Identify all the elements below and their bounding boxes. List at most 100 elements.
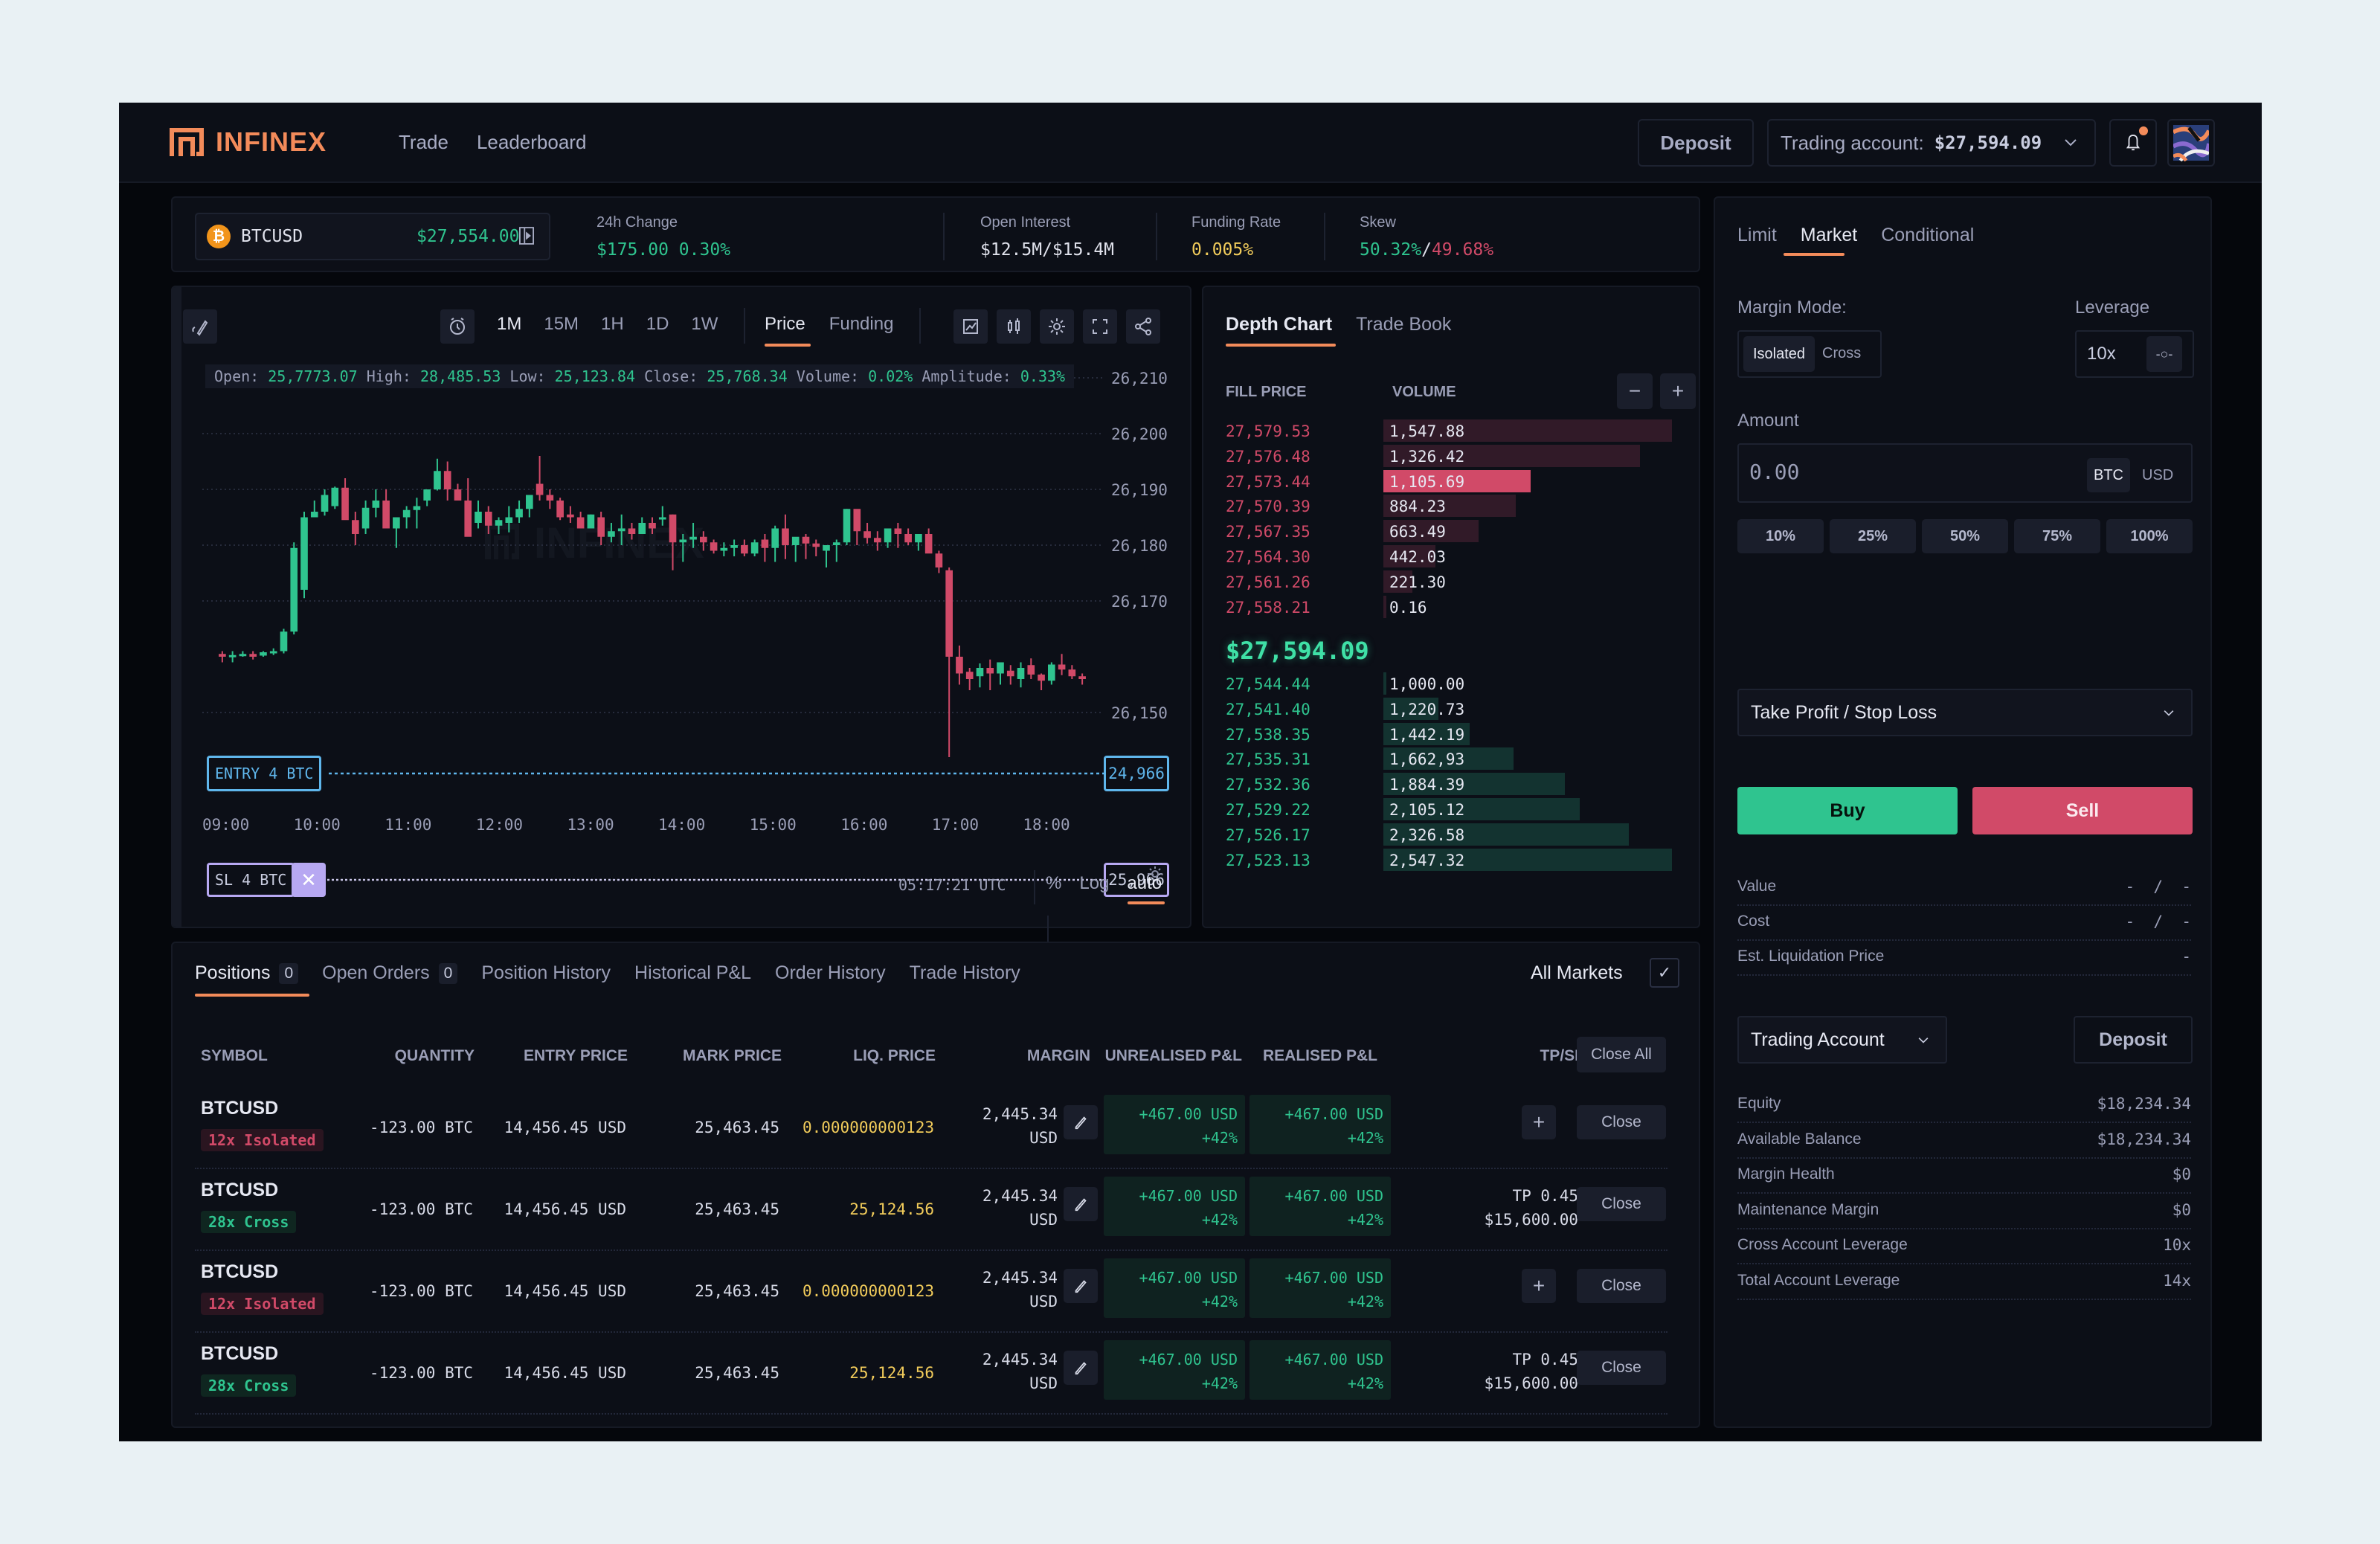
amount-input[interactable]: 0.00 BTC USD	[1737, 443, 2193, 503]
close-position-button[interactable]: Close	[1577, 1351, 1666, 1385]
position-symbol[interactable]: BTCUSD	[201, 1180, 278, 1201]
candle	[515, 501, 523, 523]
avatar-button[interactable]	[2167, 119, 2215, 167]
unit-btc-option[interactable]: BTC	[2087, 458, 2130, 492]
ask-row[interactable]: 27,558.21 0.16	[1226, 595, 1687, 618]
realised-pnl-value: +467.00 USD	[1284, 1269, 1383, 1287]
panel-toggle-icon[interactable]	[519, 227, 534, 245]
buy-button[interactable]: Buy	[1737, 787, 1958, 834]
nav-leaderboard[interactable]: Leaderboard	[477, 131, 586, 154]
ask-row[interactable]: 27,579.53 1,547.88	[1226, 419, 1687, 442]
tab-conditional[interactable]: Conditional	[1881, 225, 1974, 246]
tab-trade-history[interactable]: Trade History	[910, 962, 1020, 984]
account-select[interactable]: Trading Account	[1737, 1016, 1947, 1064]
percent-100-button[interactable]: 100%	[2106, 519, 2193, 553]
position-margin: 2,445.34	[982, 1105, 1058, 1123]
tab-trade-book[interactable]: Trade Book	[1356, 314, 1451, 335]
col-liq-price[interactable]: LIQ. PRICE	[853, 1047, 936, 1065]
col-realised-p-l[interactable]: REALISED P&L	[1263, 1047, 1377, 1065]
tab-limit[interactable]: Limit	[1737, 225, 1777, 246]
x-tick-label: 10:00	[294, 816, 341, 834]
close-position-button[interactable]: Close	[1577, 1269, 1666, 1303]
tab-market[interactable]: Market	[1801, 225, 1857, 246]
col-entry-price[interactable]: ENTRY PRICE	[524, 1047, 628, 1065]
axis-settings-icon[interactable]	[1139, 927, 1159, 928]
tab-open-orders[interactable]: Open Orders 0	[322, 962, 458, 984]
close-all-button[interactable]: Close All	[1577, 1037, 1666, 1072]
edit-margin-button[interactable]	[1064, 1351, 1098, 1385]
bid-row[interactable]: 27,523.13 2,547.32	[1226, 848, 1687, 871]
ask-row[interactable]: 27,564.30 442.03	[1226, 545, 1687, 567]
col-symbol[interactable]: SYMBOL	[201, 1047, 268, 1065]
add-tpsl-button[interactable]: +	[1522, 1105, 1556, 1139]
stat-label: Funding Rate	[1191, 214, 1281, 231]
market-selector[interactable]: ₿ BTCUSD $27,554.00	[195, 213, 550, 260]
leverage-field[interactable]: 10x -○-	[2075, 330, 2194, 378]
account-deposit-button[interactable]: Deposit	[2074, 1016, 2193, 1064]
col-unrealised-p-l[interactable]: UNREALISED P&L	[1105, 1047, 1242, 1065]
percent-scale-toggle[interactable]: %	[1046, 873, 1061, 894]
edit-margin-button[interactable]	[1064, 1187, 1098, 1221]
header-deposit-button[interactable]: Deposit	[1638, 119, 1754, 167]
stat-value: $12.5M/$15.4M	[980, 240, 1115, 260]
ask-row[interactable]: 27,576.48 1,326.42	[1226, 444, 1687, 467]
sell-button[interactable]: Sell	[1972, 787, 2193, 834]
add-tpsl-button[interactable]: +	[1522, 1269, 1556, 1303]
bid-row[interactable]: 27,538.35 1,442.19	[1226, 722, 1687, 745]
bid-row[interactable]: 27,535.31 1,662,93	[1226, 747, 1687, 771]
edit-margin-button[interactable]	[1064, 1269, 1098, 1303]
brand-logo[interactable]: INFINEX	[168, 126, 327, 158]
auto-scale-toggle[interactable]: auto	[1127, 873, 1162, 894]
leverage-slider-button[interactable]: -○-	[2146, 336, 2182, 372]
chevron-down-icon	[1918, 1038, 1929, 1043]
tab-position-history[interactable]: Position History	[481, 962, 611, 984]
percent-10-button[interactable]: 10%	[1737, 519, 1824, 553]
zoom-in-button[interactable]: +	[1660, 373, 1696, 409]
notifications-button[interactable]	[2109, 119, 2157, 167]
bid-row[interactable]: 27,544.44 1,000.00	[1226, 672, 1687, 695]
candle	[986, 659, 994, 690]
tab-order-history[interactable]: Order History	[775, 962, 886, 984]
bid-row[interactable]: 27,541.40 1,220.73	[1226, 697, 1687, 720]
entry-line-label[interactable]: ENTRY 4 BTC	[207, 756, 322, 791]
ask-row[interactable]: 27,567.35 663.49	[1226, 520, 1687, 543]
position-symbol[interactable]: BTCUSD	[201, 1343, 278, 1365]
ask-row[interactable]: 27,561.26 221.30	[1226, 570, 1687, 593]
col-mark-price[interactable]: MARK PRICE	[683, 1047, 782, 1065]
plus-icon: +	[1532, 1110, 1546, 1133]
percent-50-button[interactable]: 50%	[1922, 519, 2008, 553]
tab-positions[interactable]: Positions 0	[195, 962, 299, 984]
unit-usd-option[interactable]: USD	[2142, 467, 2173, 484]
percent-75-button[interactable]: 75%	[2014, 519, 2100, 553]
col-margin[interactable]: MARGIN	[1027, 1047, 1090, 1065]
remove-sl-button[interactable]: ✕	[292, 863, 326, 897]
bid-row[interactable]: 27,526.17 2,326.58	[1226, 823, 1687, 846]
ask-row[interactable]: 27,570.39 884.23	[1226, 495, 1687, 518]
trading-account-dropdown[interactable]: Trading account: $27,594.09	[1767, 119, 2096, 167]
percent-25-button[interactable]: 25%	[1830, 519, 1916, 553]
tab-depth-chart[interactable]: Depth Chart	[1226, 314, 1332, 335]
bid-row[interactable]: 27,529.22 2,105.12	[1226, 798, 1687, 820]
tab-historical-p-l[interactable]: Historical P&L	[634, 962, 751, 984]
fill-price: 27,561.26	[1226, 573, 1310, 591]
realised-pnl: +467.00 USD +42%	[1250, 1095, 1391, 1154]
position-symbol[interactable]: BTCUSD	[201, 1098, 278, 1119]
log-scale-toggle[interactable]: Log	[1079, 873, 1109, 894]
ask-row[interactable]: 27,573.44 1,105.69	[1226, 469, 1687, 492]
sl-line-label[interactable]: SL 4 BTC	[207, 863, 295, 897]
all-markets-checkbox[interactable]: ✓	[1650, 958, 1679, 988]
col-quantity[interactable]: QUANTITY	[395, 1047, 475, 1065]
margin-cross-option[interactable]: Cross	[1822, 345, 1861, 362]
position-symbol[interactable]: BTCUSD	[201, 1261, 278, 1283]
close-position-button[interactable]: Close	[1577, 1187, 1666, 1221]
tpsl-dropdown[interactable]: Take Profit / Stop Loss	[1737, 689, 2193, 736]
bid-row[interactable]: 27,532.36 1,884.39	[1226, 773, 1687, 796]
close-position-button[interactable]: Close	[1577, 1105, 1666, 1139]
nav-trade[interactable]: Trade	[399, 131, 448, 154]
position-quantity: -123.00 BTC	[369, 1282, 473, 1300]
pencil-icon	[1075, 1198, 1087, 1212]
zoom-out-button[interactable]: −	[1617, 373, 1653, 409]
unrealised-pnl-percent: +42%	[1201, 1374, 1238, 1392]
margin-isolated-option[interactable]: Isolated	[1743, 336, 1815, 372]
edit-margin-button[interactable]	[1064, 1105, 1098, 1139]
